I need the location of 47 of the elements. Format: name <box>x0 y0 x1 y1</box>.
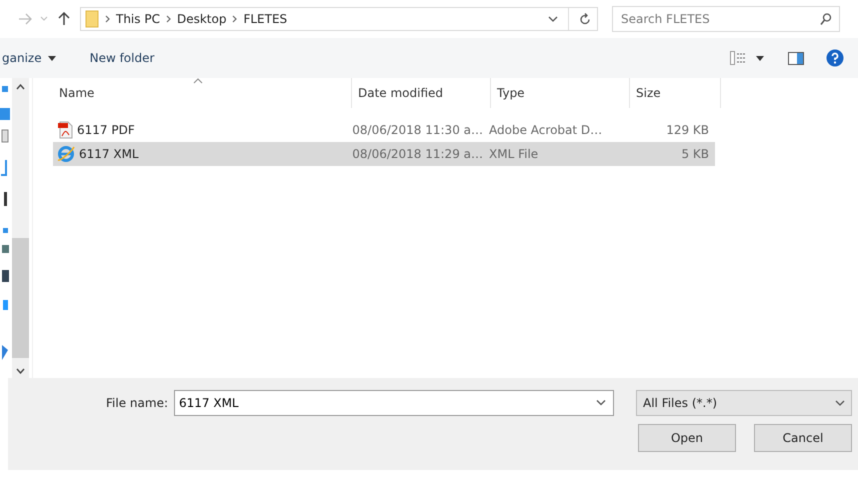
file-row[interactable]: 6117 XML 08/06/2018 11:29 a… XML File 5 KB <box>53 142 715 166</box>
file-name: 6117 XML <box>79 147 139 161</box>
breadcrumb[interactable]: This PC <box>116 12 160 26</box>
pdf-file-icon <box>57 121 73 139</box>
column-header[interactable]: Date modified <box>352 78 491 108</box>
organize-button[interactable]: ganize <box>0 51 60 65</box>
size-cell-text: 129 KB <box>665 123 710 137</box>
up-arrow-icon[interactable] <box>58 12 70 26</box>
file-row[interactable]: 6117 PDF 08/06/2018 11:30 a… Adobe Acrobat D… 129 KB <box>53 118 715 142</box>
file-name-label: File name: <box>106 396 168 410</box>
chevron-down-icon[interactable] <box>596 400 606 406</box>
column-header[interactable]: Name <box>53 78 352 108</box>
chevron-right-icon <box>105 15 110 23</box>
refresh-icon[interactable] <box>579 12 591 26</box>
view-options-icon[interactable] <box>730 51 746 65</box>
folder-icon <box>85 10 99 28</box>
chevron-down-icon[interactable] <box>548 16 558 22</box>
type-cell-text: XML File <box>488 147 540 161</box>
file-type-dropdown[interactable]: All Files (*.*) <box>636 390 852 416</box>
breadcrumb[interactable]: FLETES <box>243 12 288 26</box>
file-type-value: All Files (*.*) <box>643 396 718 410</box>
scrollbar-thumb[interactable] <box>12 238 29 358</box>
browser-e-icon <box>57 145 75 163</box>
chevron-down-icon[interactable] <box>835 400 845 406</box>
address-bar[interactable]: This PC Desktop FLETES <box>80 7 598 31</box>
caret-icon <box>48 56 56 60</box>
column-header[interactable]: Size <box>630 78 721 108</box>
type-cell-text: Adobe Acrobat D… <box>488 123 604 137</box>
date-cell-text: 08/06/2018 11:29 a… <box>351 147 484 161</box>
search-icon[interactable] <box>820 12 832 26</box>
preview-pane-icon[interactable] <box>788 52 804 64</box>
search-field[interactable]: Search FLETES <box>612 6 840 32</box>
chevron-right-icon <box>232 15 238 23</box>
caret-icon[interactable] <box>756 56 764 60</box>
date-cell-text: 08/06/2018 11:30 a… <box>351 123 484 137</box>
help-icon[interactable] <box>826 49 844 67</box>
breadcrumb[interactable]: Desktop <box>176 12 226 26</box>
scroll-up-icon[interactable] <box>16 84 25 90</box>
chevron-right-icon <box>166 15 171 23</box>
scroll-down-icon[interactable] <box>16 368 25 374</box>
file-name-field[interactable]: 6117 XML <box>174 390 614 416</box>
open-button[interactable]: Open <box>638 424 736 452</box>
new-folder-button[interactable]: New folder <box>88 51 158 65</box>
file-name: 6117 PDF <box>77 123 135 137</box>
size-cell-text: 5 KB <box>680 147 710 161</box>
column-header[interactable]: Type <box>491 78 630 108</box>
cancel-button[interactable]: Cancel <box>754 424 852 452</box>
